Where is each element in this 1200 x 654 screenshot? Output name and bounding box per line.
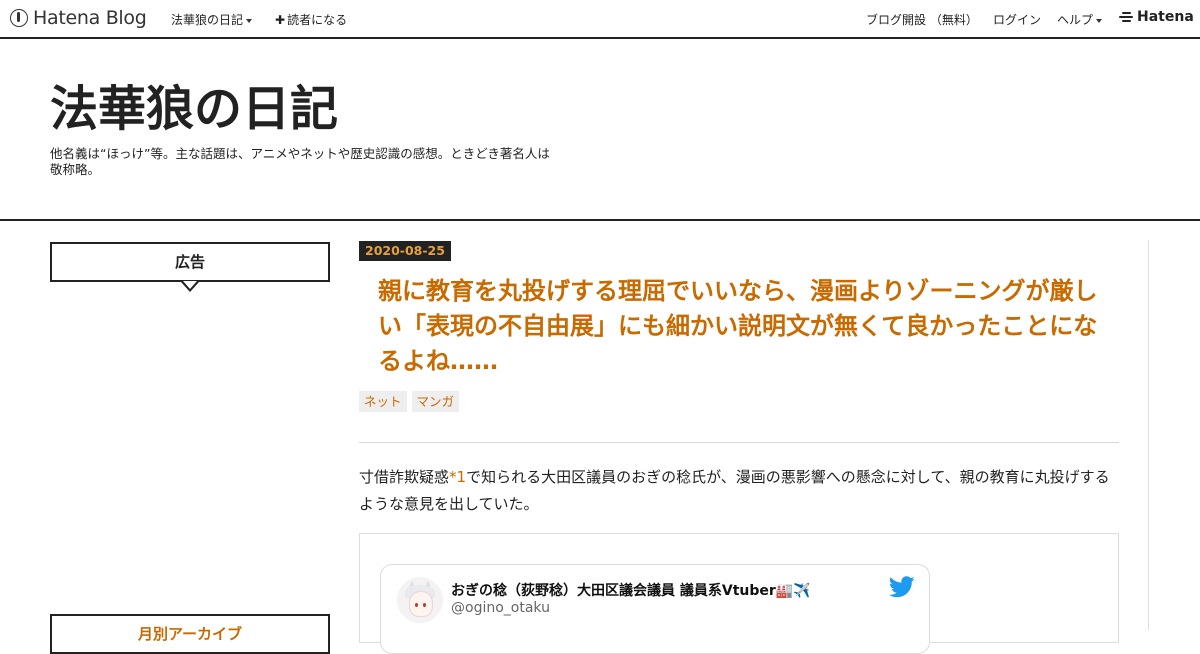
entry-tags: ネット マンガ [359,391,460,412]
hatena-brand-icon [1119,11,1133,23]
hatena-brand-label: Hatena [1137,9,1194,25]
logo-text: Hatena Blog [33,7,147,29]
blog-title-area: 法華狼の日記 他名義は“ほっけ”等。主な話題は、アニメやネットや歴史認識の感想。… [0,39,1200,221]
subscribe-button[interactable]: ✚ 読者になる [275,11,347,28]
entry-text-after-note: で知られる大田区議員のおぎの稔氏が、漫画の悪影響への懸念に対して、親の教育に丸投… [359,468,1110,513]
entry-divider [359,442,1119,443]
ad-module-title: 広告 [50,242,330,282]
chevron-down-icon [1096,18,1103,23]
login-link[interactable]: ログイン [993,11,1041,28]
footnote-link[interactable]: *1 [449,468,466,486]
hatena-brand-link[interactable]: Hatena [1119,9,1194,25]
main-column-border [1148,240,1149,630]
entry-tag[interactable]: マンガ [411,391,460,412]
blog-menu-dropdown[interactable]: 法華狼の日記 [171,11,253,28]
hatena-blog-logo[interactable]: Hatena Blog [10,7,147,29]
help-label: ヘルプ [1057,13,1094,27]
subscribe-label: 読者になる [287,13,348,27]
tweet-display-name[interactable]: おぎの稔（荻野稔）大田区議会議員 議員系Vtuber🏭✈️ [451,580,811,600]
entry-tag[interactable]: ネット [359,391,407,412]
ad-title-arrow-fill [183,281,197,289]
avatar[interactable] [397,577,443,623]
blog-description: 他名義は“ほっけ”等。主な話題は、アニメやネットや歴史認識の感想。ときどき著名人… [50,146,550,177]
help-dropdown[interactable]: ヘルプ [1057,11,1103,28]
start-blog-link[interactable]: ブログ開設 （無料） [866,11,978,28]
tweet-handle[interactable]: @ogino_otaku [451,600,550,616]
plus-icon: ✚ [275,13,286,27]
blog-title[interactable]: 法華狼の日記 [50,77,338,141]
twitter-bird-icon[interactable] [889,576,915,598]
entry-title[interactable]: 親に教育を丸投げする理屈でいいなら、漫画よりゾーニングが厳しい「表現の不自由展」… [378,274,1118,379]
global-header: Hatena Blog 法華狼の日記 ✚ 読者になる ブログ開設 （無料） ログイ… [0,0,1200,39]
entry-paragraph: 寸借詐欺疑惑*1で知られる大田区議員のおぎの稔氏が、漫画の悪影響への懸念に対して… [359,464,1119,518]
entry-date[interactable]: 2020-08-25 [359,241,451,261]
blog-menu-label: 法華狼の日記 [171,13,244,27]
entry-text-before-note: 寸借詐欺疑惑 [359,468,450,486]
archive-module-title[interactable]: 月別アーカイブ [50,614,330,654]
chevron-down-icon [246,18,253,23]
hatena-blog-logo-icon [10,9,28,27]
